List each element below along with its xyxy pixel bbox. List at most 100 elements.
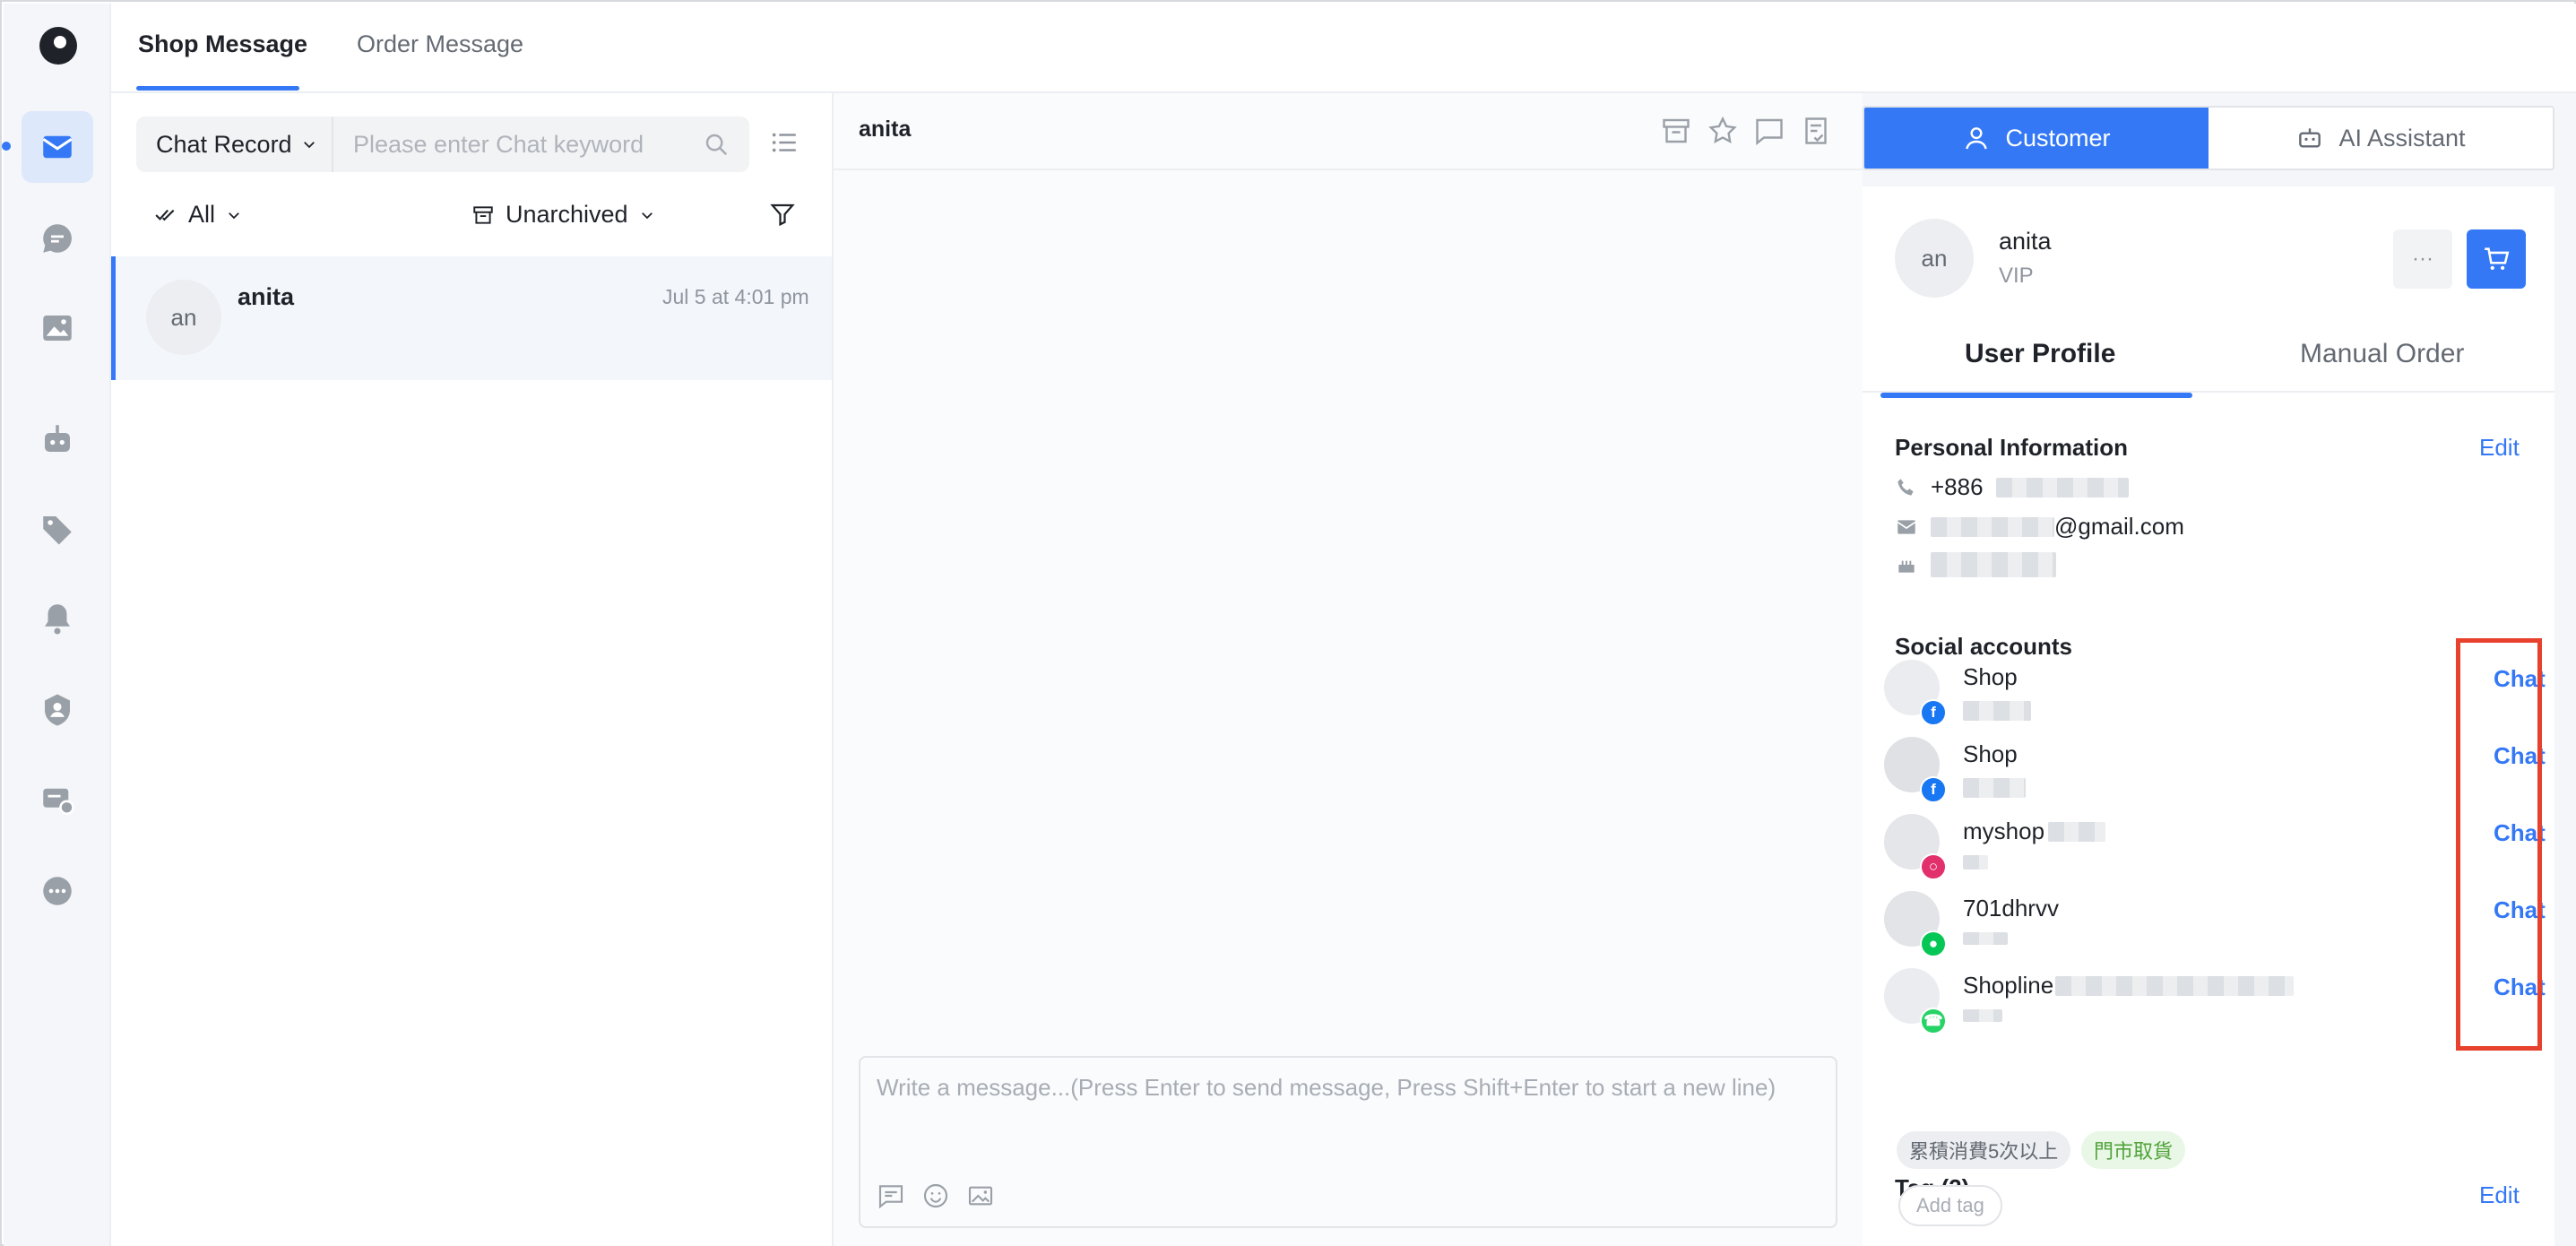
redacted-email bbox=[1931, 516, 2054, 537]
rail-item-team[interactable] bbox=[22, 674, 93, 746]
avatar: an bbox=[146, 280, 221, 355]
tag-icon bbox=[43, 516, 72, 545]
conversation-time: Jul 5 at 4:01 pm bbox=[662, 285, 809, 308]
redacted-birthday bbox=[1931, 552, 2056, 577]
composer-toolbar bbox=[877, 1181, 995, 1210]
phone-row: +886 bbox=[1895, 473, 2129, 501]
archive-filter-dropdown[interactable]: Unarchived bbox=[471, 201, 655, 229]
social-account-name-wrap: myshop bbox=[1963, 818, 2106, 845]
app-logo bbox=[39, 27, 77, 65]
edit-personal-info-link[interactable]: Edit bbox=[2479, 434, 2520, 462]
email-suffix: @gmail.com bbox=[2054, 513, 2184, 540]
rail-item-notifications[interactable] bbox=[22, 583, 93, 654]
list-view-icon[interactable] bbox=[769, 127, 800, 158]
tab-user-profile[interactable]: User Profile bbox=[1965, 339, 2115, 369]
social-account-row: f Shop Chat bbox=[1884, 737, 2547, 809]
cart-button[interactable] bbox=[2467, 229, 2526, 289]
rail-item-tags[interactable] bbox=[22, 493, 93, 565]
comment-icon[interactable] bbox=[1753, 115, 1785, 147]
tab-order-message[interactable]: Order Message bbox=[357, 30, 523, 58]
rail-item-more[interactable] bbox=[22, 855, 93, 927]
more-options-button[interactable]: ··· bbox=[2393, 229, 2452, 289]
robot-icon bbox=[2299, 128, 2321, 148]
search-input[interactable] bbox=[335, 117, 694, 172]
highlight-annotation-box bbox=[2456, 638, 2542, 1051]
chat-title: anita bbox=[859, 117, 912, 142]
conversation-name: anita bbox=[238, 283, 295, 310]
phone-prefix: +886 bbox=[1931, 473, 1984, 500]
active-sub-tab-underline bbox=[1880, 393, 2192, 398]
chevron-down-icon bbox=[303, 142, 315, 149]
user-shield-icon bbox=[45, 694, 70, 726]
chat-bubble-icon bbox=[43, 224, 72, 253]
rail-item-comments[interactable] bbox=[22, 203, 93, 274]
tab-ai-assistant[interactable]: AI Assistant bbox=[2209, 108, 2553, 169]
bell-icon bbox=[45, 604, 70, 635]
social-account-name: Shop bbox=[1963, 740, 2018, 767]
rail-item-media[interactable] bbox=[22, 292, 93, 364]
more-icon bbox=[43, 877, 72, 905]
chevron-down-icon bbox=[229, 212, 239, 219]
tab-customer[interactable]: Customer bbox=[1864, 108, 2209, 169]
archive-icon[interactable] bbox=[1660, 115, 1692, 147]
email-row: @gmail.com bbox=[1895, 513, 2184, 541]
redacted-account-id bbox=[1963, 932, 2008, 945]
tag-chip: 累積消費5次以上 bbox=[1897, 1131, 2071, 1169]
star-icon[interactable] bbox=[1707, 115, 1739, 147]
note-check-icon[interactable] bbox=[1800, 115, 1832, 147]
add-tag-button[interactable]: Add tag bbox=[1898, 1185, 2002, 1226]
chevron-down-icon bbox=[641, 212, 653, 219]
image-icon bbox=[43, 316, 72, 341]
conversation-item[interactable]: an anita Jul 5 at 4:01 pm bbox=[111, 256, 832, 380]
rail-item-message-settings[interactable] bbox=[22, 764, 93, 835]
archive-icon bbox=[473, 205, 493, 224]
redacted-phone bbox=[1995, 477, 2129, 498]
social-accounts-title: Social accounts bbox=[1895, 633, 2072, 660]
message-settings-icon bbox=[43, 788, 74, 816]
read-filter-dropdown[interactable]: All bbox=[154, 201, 242, 229]
tag-chip: 門市取貨 bbox=[2081, 1131, 2186, 1169]
chat-header: anita bbox=[834, 93, 1863, 170]
rail-item-messages[interactable] bbox=[22, 111, 93, 183]
icon-rail bbox=[2, 4, 111, 1246]
quick-reply-icon[interactable] bbox=[877, 1181, 905, 1210]
funnel-filter-icon[interactable] bbox=[769, 201, 796, 228]
redacted-account-id bbox=[1963, 778, 2026, 798]
birthday-row bbox=[1895, 552, 2056, 577]
social-account-row: ☎ Shopline Chat bbox=[1884, 968, 2547, 1040]
line-icon: ● bbox=[1920, 930, 1947, 957]
avatar: an bbox=[1895, 219, 1974, 298]
redacted-account-id bbox=[1963, 855, 1988, 870]
double-check-icon bbox=[155, 209, 175, 221]
filter-row: All Unarchived bbox=[136, 192, 808, 242]
message-composer bbox=[859, 1056, 1837, 1228]
search-scope-dropdown[interactable]: Chat Record bbox=[136, 117, 333, 172]
customer-profile-card: an anita VIP ··· User Profile Manual Ord… bbox=[1863, 186, 2554, 1246]
message-type-tabs: Shop Message Order Message bbox=[111, 4, 2576, 93]
panel-tabs: Customer AI Assistant bbox=[1863, 106, 2554, 170]
redacted-name-part bbox=[2055, 975, 2295, 996]
message-input[interactable] bbox=[860, 1058, 1836, 1165]
app-window: Shop Message Order Message Chat Record A… bbox=[0, 0, 2576, 1246]
chat-panel: anita bbox=[834, 93, 1863, 1246]
user-icon bbox=[1966, 127, 1988, 150]
emoji-icon[interactable] bbox=[921, 1181, 950, 1210]
conversation-list-panel: Chat Record All Unarchived an anita Jul bbox=[111, 93, 834, 1246]
tab-manual-order[interactable]: Manual Order bbox=[2300, 339, 2464, 369]
tab-shop-message[interactable]: Shop Message bbox=[138, 30, 307, 58]
whatsapp-icon: ☎ bbox=[1920, 1008, 1947, 1034]
read-filter-label: All bbox=[188, 201, 216, 228]
instagram-icon: ○ bbox=[1920, 853, 1947, 880]
email-value: @gmail.com bbox=[1931, 513, 2184, 541]
facebook-icon: f bbox=[1920, 776, 1947, 803]
personal-info-title: Personal Information bbox=[1895, 434, 2129, 461]
archive-filter-label: Unarchived bbox=[506, 201, 628, 228]
customer-name: anita bbox=[1999, 228, 2052, 255]
search-scope-label: Chat Record bbox=[156, 130, 292, 158]
redacted-account-id bbox=[1963, 1009, 2002, 1022]
rail-item-bot[interactable] bbox=[22, 403, 93, 475]
edit-tags-link[interactable]: Edit bbox=[2479, 1181, 2520, 1209]
image-upload-icon[interactable] bbox=[966, 1181, 995, 1210]
robot-icon bbox=[45, 425, 70, 452]
search-icon[interactable] bbox=[703, 131, 730, 158]
